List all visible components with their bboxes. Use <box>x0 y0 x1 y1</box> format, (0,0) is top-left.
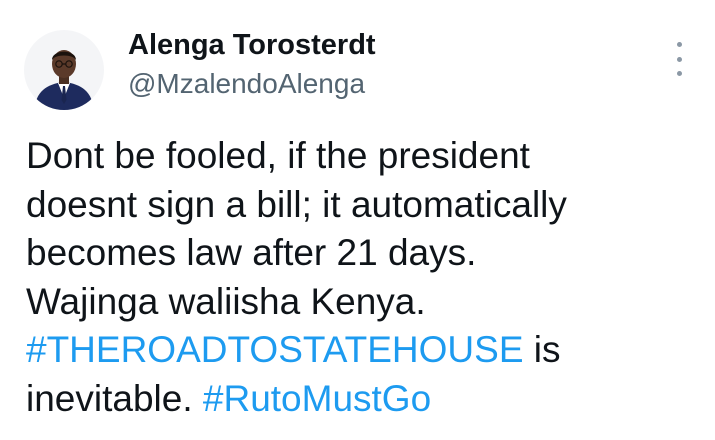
more-dot-middle <box>676 56 682 62</box>
tweet-text-line-5: #THEROADTOSTATEHOUSE is <box>26 326 706 375</box>
tweet-text-inevitable: inevitable. <box>26 377 203 419</box>
author-info: Alenga Torosterdt @MzalendoAlenga <box>128 28 376 101</box>
tweet-text-is: is <box>523 329 561 370</box>
tweet-card: Alenga Torosterdt @MzalendoAlenga Dont b… <box>0 0 715 440</box>
author-handle[interactable]: @MzalendoAlenga <box>128 67 376 101</box>
hashtag-theroadtostatehouse[interactable]: #THEROADTOSTATEHOUSE <box>26 329 524 370</box>
tweet-text-line-6: inevitable. #RutoMustGo <box>26 375 706 424</box>
author-display-name[interactable]: Alenga Torosterdt <box>128 28 376 62</box>
tweet-text: Dont be fooled, if the president doesnt … <box>26 132 706 423</box>
author-avatar[interactable] <box>24 30 104 110</box>
avatar-image <box>24 30 104 110</box>
more-dot-top <box>676 42 682 47</box>
hashtag-rutomustgo[interactable]: #RutoMustGo <box>203 378 431 419</box>
tweet-text-line-1: Dont be fooled, if the president <box>26 135 530 176</box>
tweet-text-line-4: Wajinga waliisha Kenya. <box>26 280 426 322</box>
tweet-text-line-2: doesnt sign a bill; it automatically <box>26 183 567 225</box>
more-dot-bottom <box>676 71 682 76</box>
more-options-icon[interactable] <box>666 42 692 76</box>
tweet-text-line-3: becomes law after 21 days. <box>26 232 477 273</box>
